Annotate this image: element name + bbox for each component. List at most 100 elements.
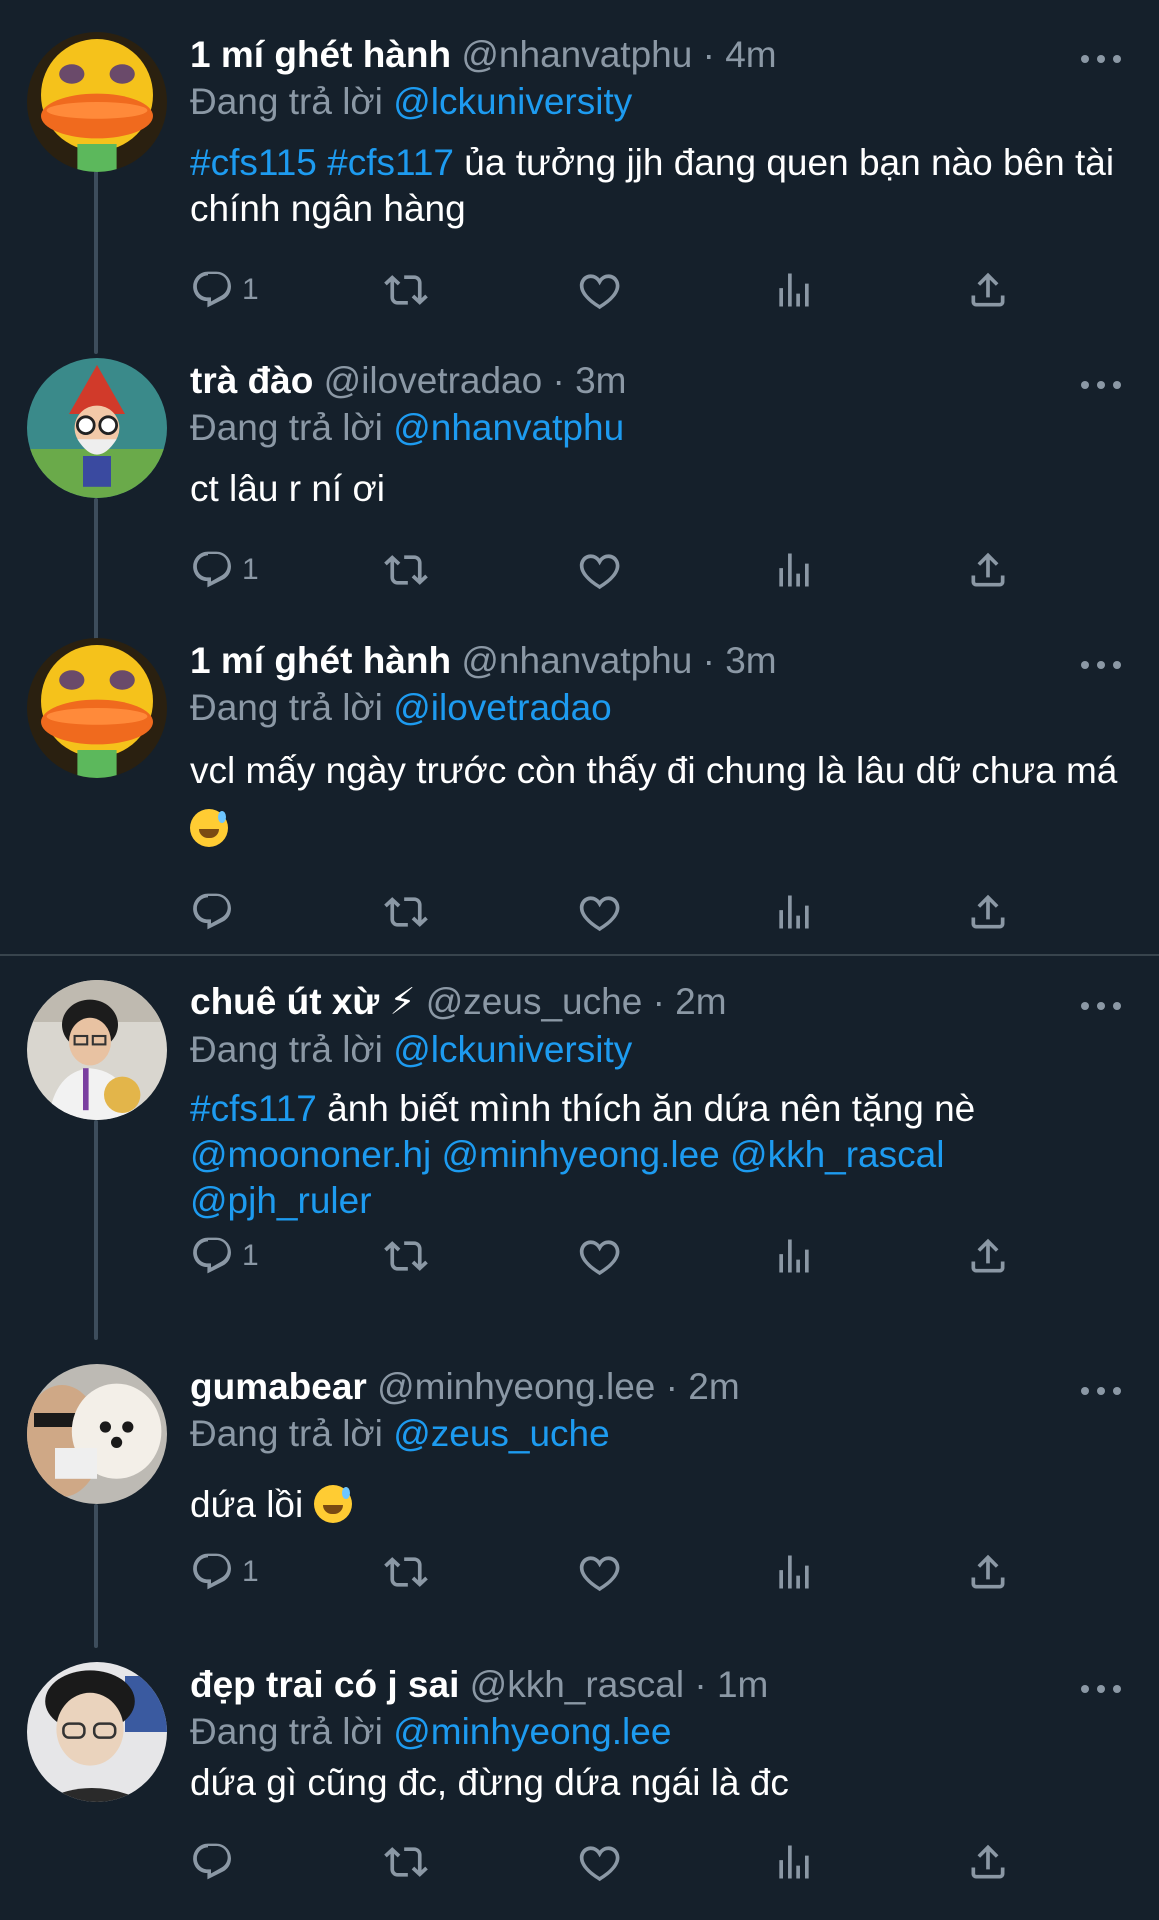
handle[interactable]: @minhyeong.lee [377,1366,655,1407]
like-button[interactable] [578,1838,622,1886]
retweet-icon [384,1840,428,1884]
mention-link[interactable]: @minhyeong.lee [442,1134,720,1175]
like-button[interactable] [578,1232,622,1280]
replying-to: Đang trả lời @lckuniversity [190,1026,1119,1074]
views-button[interactable] [772,266,816,314]
share-button[interactable] [966,888,1010,936]
more-icon[interactable] [1081,653,1121,677]
reply-mention[interactable]: @nhanvatphu [393,407,624,448]
share-button[interactable] [966,1838,1010,1886]
more-icon[interactable] [1081,373,1121,397]
views-button[interactable] [772,1838,816,1886]
mention-link[interactable]: @moononer.hj [190,1134,431,1175]
more-icon[interactable] [1081,1379,1121,1403]
thread-line [94,1120,98,1340]
display-name[interactable]: 1 mí ghét hành [190,34,451,75]
avatar[interactable] [27,32,167,172]
mention-link[interactable]: @pjh_ruler [190,1180,372,1221]
retweet-button[interactable] [384,266,428,314]
avatar[interactable] [27,358,167,498]
reply-mention[interactable]: @lckuniversity [393,81,632,122]
more-icon[interactable] [1081,1677,1121,1701]
display-name[interactable]: gumabear [190,1366,367,1407]
reply-count: 1 [242,553,259,586]
like-icon [578,890,622,934]
tweet[interactable]: gumabear @minhyeong.lee · 2m Đang trả lờ… [0,1338,1159,1648]
share-icon [966,1234,1010,1278]
display-name[interactable]: trà đào [190,360,313,401]
retweet-button[interactable] [384,1838,428,1886]
tweet-header: chuê út xừ ⚡ @zeus_uche · 2m [190,978,1119,1026]
hashtag[interactable]: #cfs117 [190,1088,317,1129]
handle[interactable]: @zeus_uche [426,981,643,1022]
reply-mention[interactable]: @minhyeong.lee [393,1711,671,1752]
like-button[interactable] [578,266,622,314]
avatar[interactable] [27,1662,167,1802]
mention-link[interactable]: @kkh_rascal [730,1134,944,1175]
like-button[interactable] [578,546,622,594]
tweet-text: vcl mấy ngày trước còn thấy đi chung là … [190,742,1129,858]
thread-line [94,170,98,354]
reply-button[interactable]: 1 [190,1232,259,1280]
views-button[interactable] [772,1232,816,1280]
views-button[interactable] [772,1548,816,1596]
timestamp[interactable]: · 2m [653,981,727,1022]
hashtag[interactable]: #cfs117 [327,142,454,183]
avatar[interactable] [27,1364,167,1504]
reply-prefix: Đang trả lời [190,407,383,448]
replying-to: Đang trả lời @zeus_uche [190,1410,1119,1458]
tweet-header: 1 mí ghét hành @nhanvatphu · 4m [190,31,1119,79]
share-button[interactable] [966,1232,1010,1280]
reply-button[interactable] [190,888,242,936]
reply-button[interactable] [190,1838,242,1886]
views-icon [772,548,816,592]
handle[interactable]: @kkh_rascal [470,1664,684,1705]
tweet[interactable]: 1 mí ghét hành @nhanvatphu · 4m Đang trả… [0,0,1159,354]
more-icon[interactable] [1081,994,1121,1018]
tweet[interactable]: 1 mí ghét hành @nhanvatphu · 3m Đang trả… [0,630,1159,954]
tweet-body: ảnh biết mình thích ăn dứa nên tặng nè [327,1088,976,1129]
reply-mention[interactable]: @lckuniversity [393,1029,632,1070]
share-button[interactable] [966,1548,1010,1596]
handle[interactable]: @nhanvatphu [461,34,692,75]
timestamp[interactable]: · 2m [666,1366,740,1407]
more-icon[interactable] [1081,47,1121,71]
share-button[interactable] [966,546,1010,594]
replying-to: Đang trả lời @ilovetradao [190,684,1119,732]
tweet[interactable]: đẹp trai có j sai @kkh_rascal · 1m Đang … [0,1632,1159,1920]
avatar[interactable] [27,638,167,778]
handle[interactable]: @ilovetradao [324,360,543,401]
reply-button[interactable]: 1 [190,266,259,314]
display-name[interactable]: đẹp trai có j sai [190,1664,459,1705]
action-bar [190,888,1010,936]
views-button[interactable] [772,888,816,936]
share-button[interactable] [966,266,1010,314]
handle[interactable]: @nhanvatphu [461,640,692,681]
display-name[interactable]: 1 mí ghét hành [190,640,451,681]
tweet[interactable]: trà đào @ilovetradao · 3m Đang trả lời @… [0,340,1159,646]
views-icon [772,1234,816,1278]
hashtag[interactable]: #cfs115 [190,142,317,183]
avatar[interactable] [27,980,167,1120]
reply-prefix: Đang trả lời [190,1413,383,1454]
like-icon [578,548,622,592]
reply-button[interactable]: 1 [190,546,259,594]
timestamp[interactable]: · 3m [553,360,627,401]
timestamp[interactable]: · 4m [703,34,777,75]
display-name[interactable]: chuê út xừ ⚡ [190,981,415,1022]
reply-mention[interactable]: @ilovetradao [393,687,612,728]
like-button[interactable] [578,888,622,936]
retweet-button[interactable] [384,1548,428,1596]
reply-count: 1 [242,273,259,306]
tweet[interactable]: chuê út xừ ⚡ @zeus_uche · 2m Đang trả lờ… [0,958,1159,1340]
timestamp[interactable]: · 1m [694,1664,768,1705]
reply-button[interactable]: 1 [190,1548,259,1596]
timestamp[interactable]: · 3m [703,640,777,681]
reply-mention[interactable]: @zeus_uche [393,1413,610,1454]
retweet-button[interactable] [384,546,428,594]
like-button[interactable] [578,1548,622,1596]
retweet-button[interactable] [384,1232,428,1280]
tweet-text: dứa lồi [190,1482,1129,1528]
views-button[interactable] [772,546,816,594]
retweet-button[interactable] [384,888,428,936]
